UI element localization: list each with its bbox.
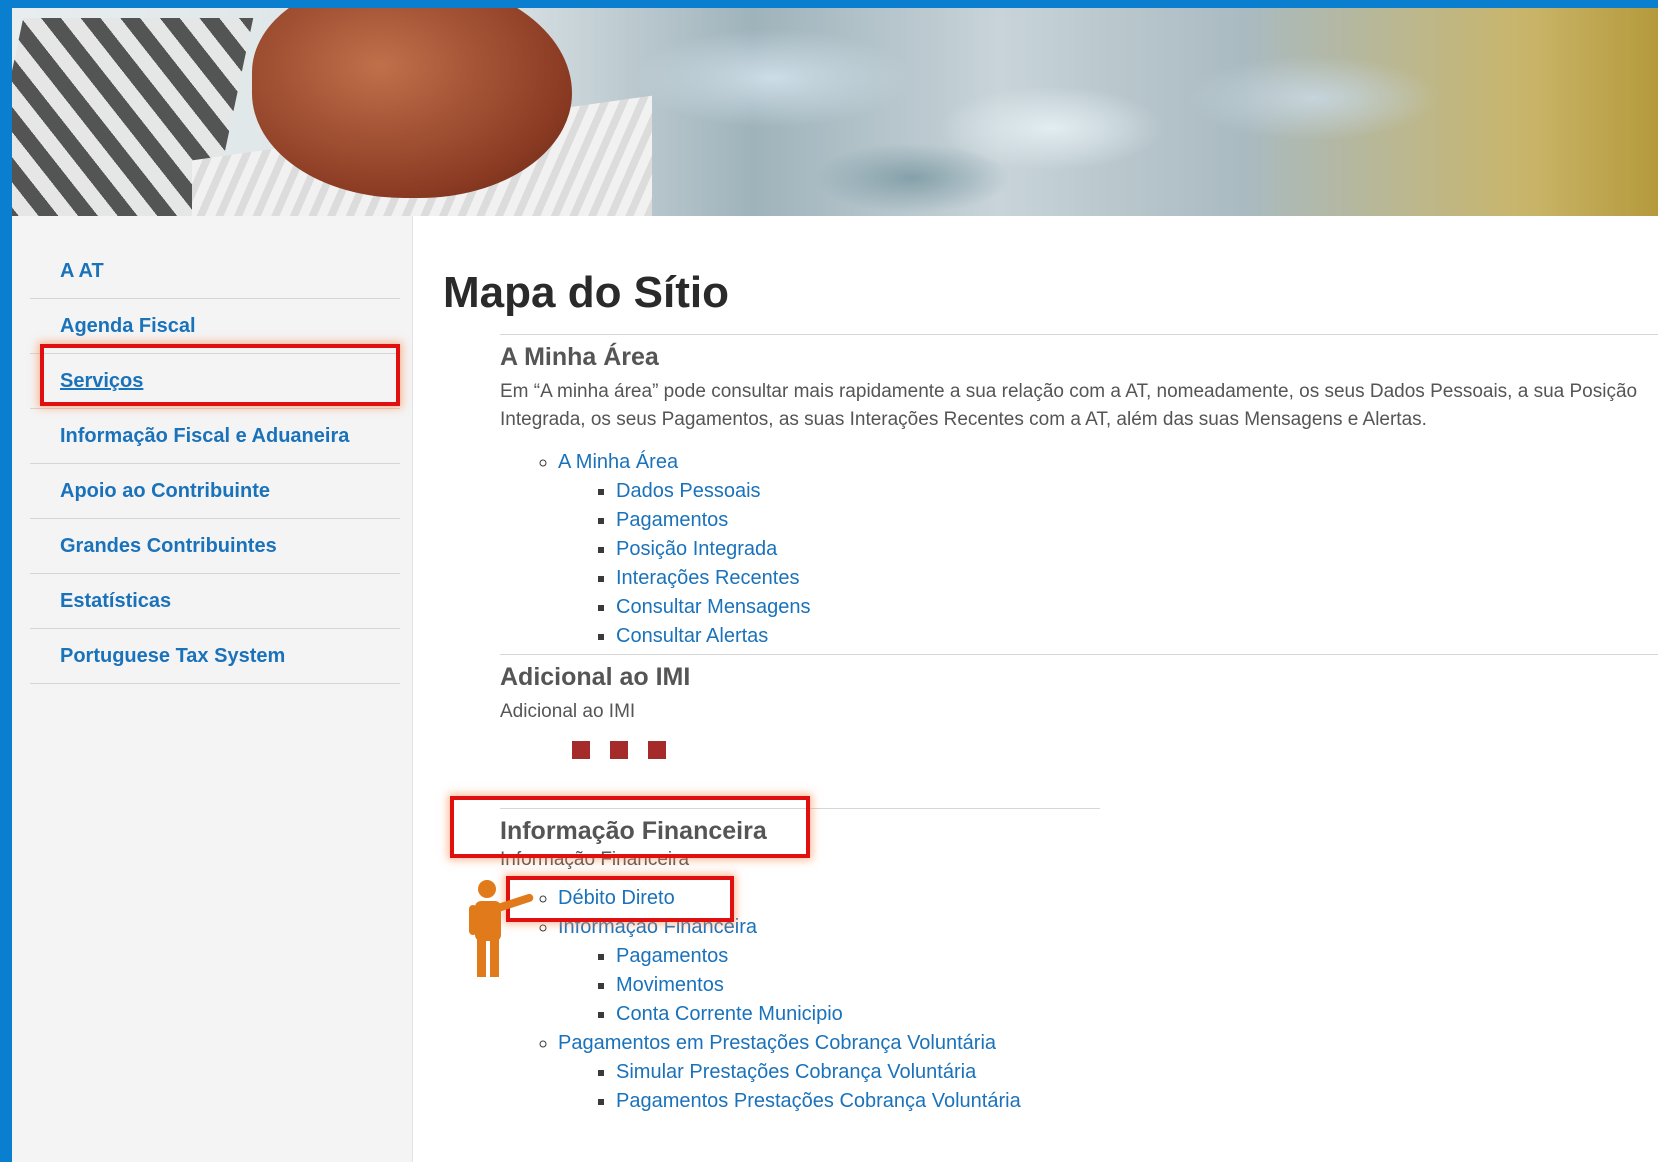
- header-banner-image: [12, 8, 1658, 216]
- section-heading: A Minha Área: [500, 343, 659, 371]
- page-title: Mapa do Sítio: [443, 268, 729, 317]
- link-conta-corrente-municipio[interactable]: Conta Corrente Municipio: [616, 1003, 843, 1025]
- page-frame: A AT Agenda Fiscal Serviços Informação F…: [12, 8, 1658, 1162]
- main-content: Mapa do Sítio A Minha Área Em “A minha á…: [412, 216, 1658, 1162]
- link-dados-pessoais[interactable]: Dados Pessoais: [616, 480, 761, 502]
- sidebar-link[interactable]: Agenda Fiscal: [60, 312, 196, 341]
- link-pagamentos-prestacoes[interactable]: Pagamentos em Prestações Cobrança Volunt…: [558, 1032, 996, 1054]
- highlight-box-servicos: [40, 344, 400, 406]
- sub-link-list: Pagamentos Movimentos Conta Corrente Mun…: [558, 942, 1658, 1029]
- sidebar-link[interactable]: Estatísticas: [60, 587, 171, 616]
- sidebar-link[interactable]: Grandes Contribuintes: [60, 532, 277, 561]
- link-interacoes-recentes[interactable]: Interações Recentes: [616, 567, 799, 589]
- sidebar-nav: A AT Agenda Fiscal Serviços Informação F…: [30, 244, 400, 684]
- list-item: Simular Prestações Cobrança Voluntária: [616, 1058, 1658, 1087]
- list-item: A Minha Área Dados Pessoais Pagamentos P…: [558, 448, 1658, 651]
- highlight-box-informacao-financeira: [450, 796, 810, 858]
- link-pagamentos-prestacoes-cv[interactable]: Pagamentos Prestações Cobrança Voluntári…: [616, 1090, 1021, 1112]
- list-item: Dados Pessoais: [616, 477, 1658, 506]
- dot: [610, 741, 628, 759]
- sidebar-item-grandes-contribuintes[interactable]: Grandes Contribuintes: [30, 519, 400, 574]
- sub-link-list: Simular Prestações Cobrança Voluntária P…: [558, 1058, 1658, 1116]
- list-item: Movimentos: [616, 971, 1658, 1000]
- dot: [648, 741, 666, 759]
- link-movimentos[interactable]: Movimentos: [616, 974, 724, 996]
- list-item: Pagamentos: [616, 506, 1658, 535]
- list-item: Interações Recentes: [616, 564, 1658, 593]
- list-item: Pagamentos: [616, 942, 1658, 971]
- list-item: Consultar Mensagens: [616, 593, 1658, 622]
- list-item: Pagamentos em Prestações Cobrança Volunt…: [558, 1029, 1658, 1116]
- sidebar-item-portuguese-tax-system[interactable]: Portuguese Tax System: [30, 629, 400, 684]
- dot: [572, 741, 590, 759]
- list-item: Posição Integrada: [616, 535, 1658, 564]
- link-consultar-alertas[interactable]: Consultar Alertas: [616, 625, 768, 647]
- link-pagamentos[interactable]: Pagamentos: [616, 945, 728, 967]
- section-description: Adicional ao IMI: [500, 701, 636, 722]
- sidebar-item-informacao-fiscal[interactable]: Informação Fiscal e Aduaneira: [30, 409, 400, 464]
- list-item: Informação Financeira Pagamentos Movimen…: [558, 913, 1658, 1029]
- link-posicao-integrada[interactable]: Posição Integrada: [616, 538, 777, 560]
- sidebar-item-a-at[interactable]: A AT: [30, 244, 400, 299]
- ellipsis-dots: [572, 741, 666, 759]
- section-divider: [500, 334, 1658, 335]
- sidebar-link[interactable]: A AT: [60, 257, 104, 286]
- section-heading: Adicional ao IMI: [500, 663, 691, 691]
- sidebar-item-estatisticas[interactable]: Estatísticas: [30, 574, 400, 629]
- sidebar-link[interactable]: Apoio ao Contribuinte: [60, 477, 270, 506]
- section-adicional-imi: Adicional ao IMI Adicional ao IMI: [500, 654, 1658, 726]
- sidebar-link[interactable]: Portuguese Tax System: [60, 642, 285, 671]
- section-divider: [500, 654, 1658, 655]
- list-item: Consultar Alertas: [616, 622, 1658, 651]
- sidebar-link[interactable]: Informação Fiscal e Aduaneira: [60, 422, 349, 451]
- link-simular-prestacoes[interactable]: Simular Prestações Cobrança Voluntária: [616, 1061, 976, 1083]
- pointing-person-icon: [469, 880, 534, 977]
- list-item: Conta Corrente Municipio: [616, 1000, 1658, 1029]
- link-a-minha-area[interactable]: A Minha Área: [558, 451, 678, 473]
- section-a-minha-area: A Minha Área Em “A minha área” pode cons…: [500, 334, 1658, 651]
- link-consultar-mensagens[interactable]: Consultar Mensagens: [616, 596, 811, 618]
- sidebar: A AT Agenda Fiscal Serviços Informação F…: [12, 216, 413, 1162]
- link-list: A Minha Área Dados Pessoais Pagamentos P…: [500, 448, 1658, 651]
- list-item: Pagamentos Prestações Cobrança Voluntári…: [616, 1087, 1658, 1116]
- link-pagamentos[interactable]: Pagamentos: [616, 509, 728, 531]
- sub-link-list: Dados Pessoais Pagamentos Posição Integr…: [558, 477, 1658, 651]
- section-description: Em “A minha área” pode consultar mais ra…: [500, 381, 1638, 430]
- sidebar-item-apoio-contribuinte[interactable]: Apoio ao Contribuinte: [30, 464, 400, 519]
- hand-shape: [252, 8, 572, 198]
